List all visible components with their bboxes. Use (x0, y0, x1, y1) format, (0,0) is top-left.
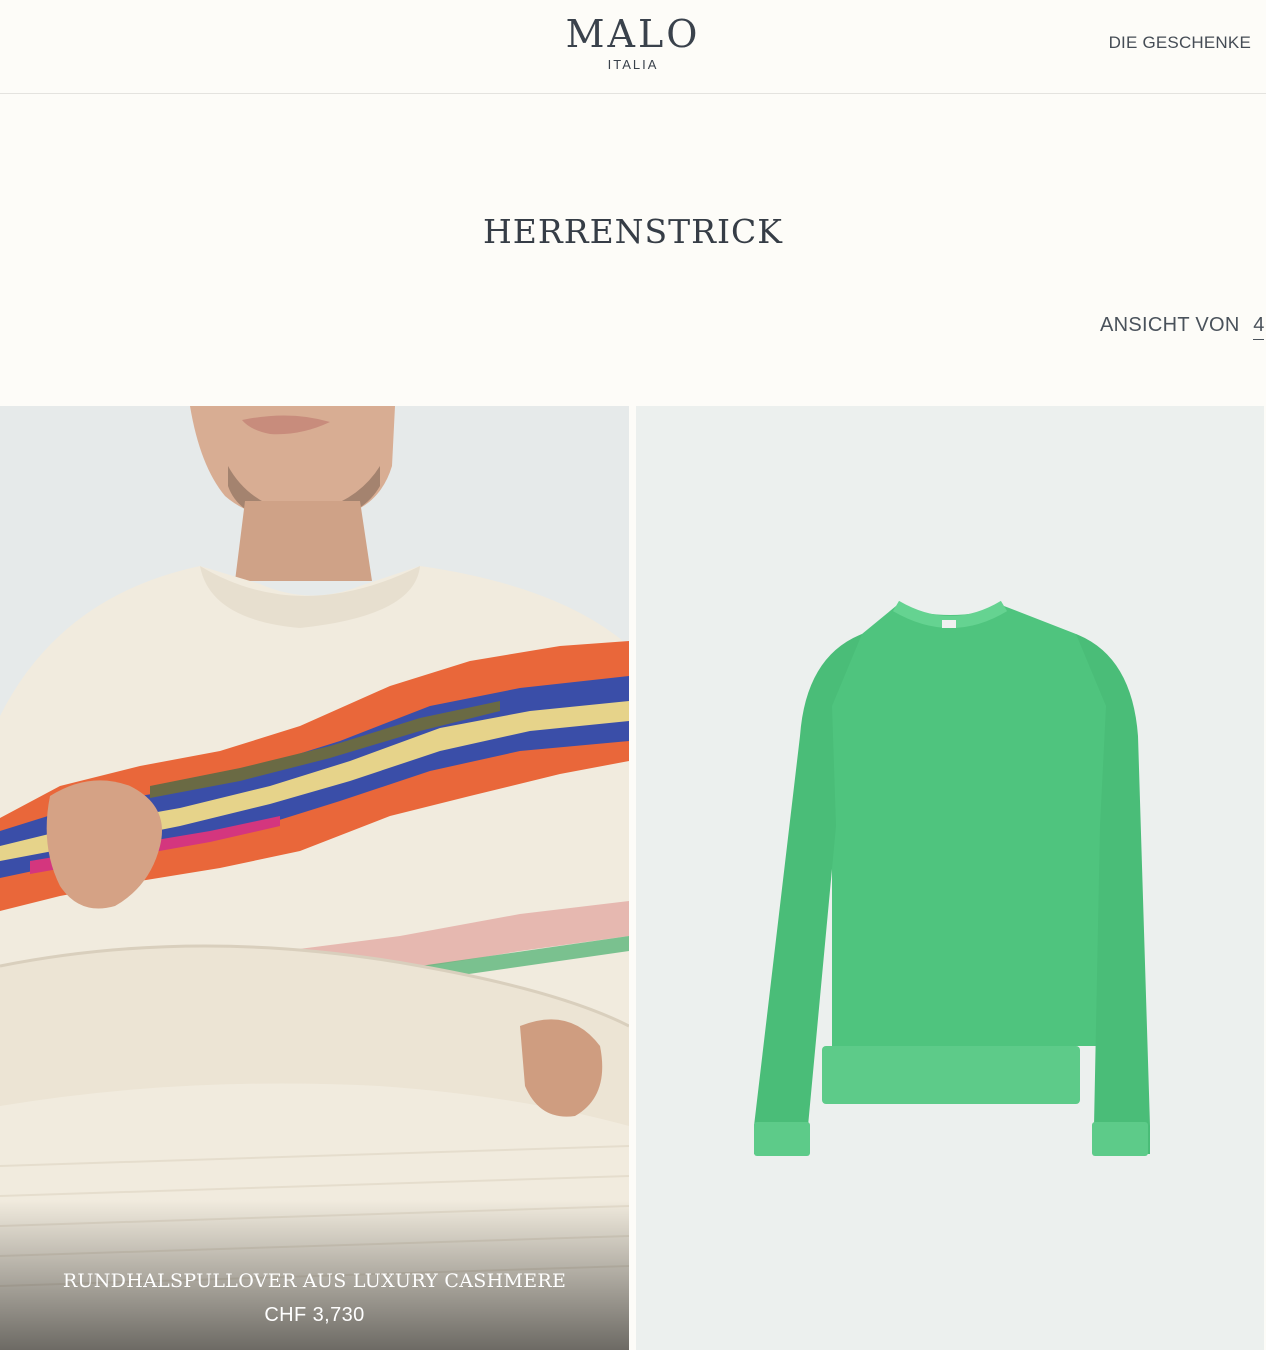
logo-subtitle: ITALIA (607, 57, 659, 72)
view-per-page-option[interactable]: 4 (1253, 314, 1265, 340)
product-card[interactable] (636, 406, 1264, 1350)
view-per-page-label: ANSICHT VON (1100, 314, 1240, 336)
page-title: HERRENSTRICK (483, 212, 783, 251)
product-caption: RUNDHALSPULLOVER AUS LUXURY CASHMERE CHF… (0, 1200, 629, 1350)
product-image (636, 406, 1264, 1350)
product-grid: RUNDHALSPULLOVER AUS LUXURY CASHMERE CHF… (0, 406, 1266, 1350)
product-card[interactable]: RUNDHALSPULLOVER AUS LUXURY CASHMERE CHF… (0, 406, 629, 1350)
site-header: MALO ITALIA DIE GESCHENKE (0, 0, 1266, 94)
product-name: RUNDHALSPULLOVER AUS LUXURY CASHMERE (62, 1270, 567, 1292)
logo-wordmark: MALO (565, 12, 701, 56)
product-price: CHF 3,730 (264, 1304, 365, 1326)
brand-logo[interactable]: MALO ITALIA (566, 12, 701, 73)
nav-link-gifts[interactable]: DIE GESCHENKE (1109, 33, 1251, 53)
view-per-page-control: ANSICHT VON 4 (1100, 314, 1265, 340)
